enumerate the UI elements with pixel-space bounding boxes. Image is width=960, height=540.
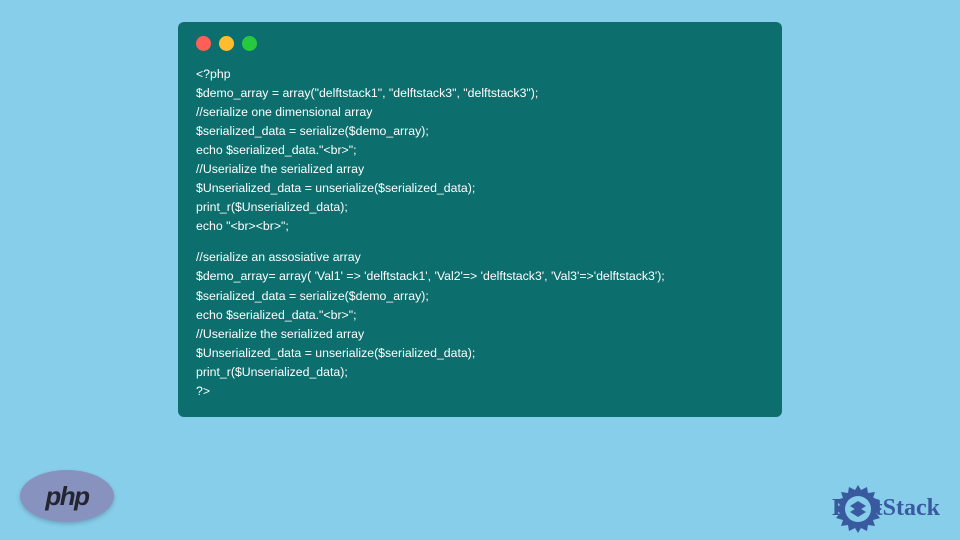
code-block-2: //serialize an assosiative array $demo_a… bbox=[196, 248, 764, 400]
delftstack-logo: DelftStack bbox=[832, 495, 940, 522]
minimize-dot bbox=[219, 36, 234, 51]
php-logo-text: php bbox=[45, 481, 88, 512]
close-dot bbox=[196, 36, 211, 51]
delftstack-gear-icon bbox=[832, 483, 884, 535]
window-traffic-lights bbox=[196, 36, 764, 51]
maximize-dot bbox=[242, 36, 257, 51]
code-window: <?php $demo_array = array("delftstack1",… bbox=[178, 22, 782, 417]
php-logo: php bbox=[20, 470, 114, 522]
code-block-1: <?php $demo_array = array("delftstack1",… bbox=[196, 65, 764, 236]
